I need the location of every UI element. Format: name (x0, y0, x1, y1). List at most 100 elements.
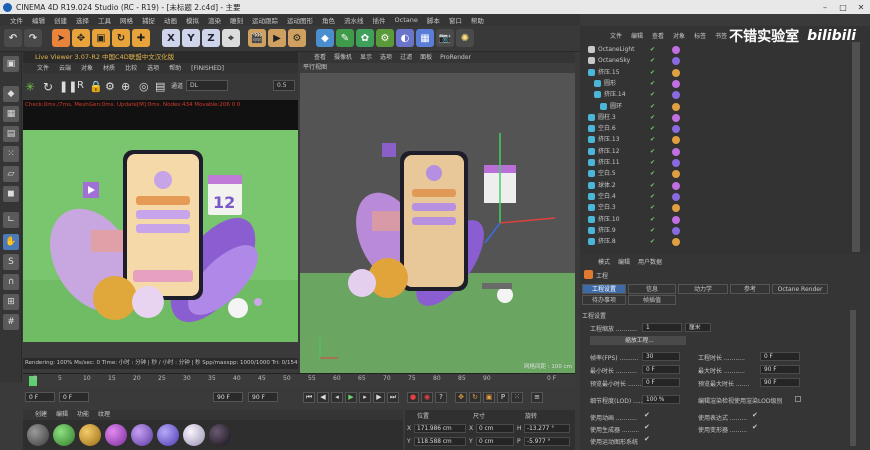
timeline-ruler[interactable]: 0 5 10 15 20 25 30 35 40 45 50 55 60 65 … (23, 373, 575, 388)
material-tag-icon[interactable] (672, 125, 680, 134)
lv-menu-options[interactable]: 选项 (147, 63, 159, 74)
rotation-h-input[interactable]: -13.277 ° (524, 424, 570, 433)
use-mograph-checkbox[interactable]: ✔ (644, 435, 650, 443)
position-y-input[interactable]: 118.588 cm (414, 437, 466, 446)
timeline-options-icon[interactable]: ≡ (531, 392, 543, 403)
mat-menu-texture[interactable]: 纹理 (98, 410, 110, 420)
coordinate-system-icon[interactable]: ⌖ (222, 29, 240, 47)
material-tag-icon[interactable] (672, 159, 680, 167)
use-expression-checkbox[interactable]: ✔ (752, 411, 758, 419)
redo-icon[interactable]: ↷ (24, 29, 42, 47)
menu-simulate[interactable]: 模拟 (186, 15, 199, 25)
menu-octane[interactable]: Octane (395, 16, 418, 24)
attr-menu-mode[interactable]: 模式 (598, 257, 610, 266)
fps-input[interactable]: 30 (642, 352, 680, 361)
prev-frame-icon[interactable]: ◂ (331, 392, 343, 403)
max-time-input[interactable]: 90 F (760, 365, 800, 374)
vp-menu-filter[interactable]: 过滤 (400, 52, 412, 63)
visibility-check-icon[interactable]: ✔ (650, 78, 655, 89)
vp-menu-options[interactable]: 选项 (380, 52, 392, 63)
material-tag-icon[interactable] (672, 79, 680, 88)
obj-menu-bookmarks[interactable]: 书签 (715, 32, 727, 42)
visibility-check-icon[interactable]: ✔ (650, 89, 655, 100)
visibility-check-icon[interactable]: ✔ (650, 101, 655, 112)
menu-tools[interactable]: 工具 (98, 15, 111, 25)
floor-icon[interactable]: ▦ (416, 29, 434, 47)
use-animation-checkbox[interactable]: ✔ (644, 411, 650, 419)
menu-animate[interactable]: 动画 (164, 15, 177, 25)
pick-focus-icon[interactable]: ⊕ (121, 80, 130, 93)
make-editable-icon[interactable]: ▣ (3, 56, 19, 72)
size-y-input[interactable]: 0 cm (476, 437, 514, 446)
render-view-icon[interactable]: 🎬 (248, 29, 266, 47)
key-move-icon[interactable]: ✥ (455, 392, 467, 403)
object-row[interactable]: 挤压.12 ✔ (580, 146, 850, 157)
next-frame-icon[interactable]: ▸ (359, 392, 371, 403)
object-row[interactable]: 挤压.11 ✔ (580, 157, 850, 168)
material-swatch[interactable] (53, 424, 75, 446)
channel-select[interactable]: DL (186, 80, 228, 91)
object-row[interactable]: 圆形 ✔ (580, 78, 850, 89)
save-image-icon[interactable]: ▤ (155, 80, 165, 93)
pen-spline-icon[interactable]: ✎ (336, 29, 354, 47)
cube-icon[interactable]: ◆ (316, 29, 334, 47)
x-axis-button[interactable]: X (162, 29, 180, 47)
menu-character[interactable]: 角色 (322, 15, 335, 25)
minimize-button[interactable]: – (816, 0, 834, 14)
use-generators-checkbox[interactable]: ✔ (644, 423, 650, 431)
visibility-check-icon[interactable]: ✔ (650, 168, 655, 179)
next-key-icon[interactable]: ▶ (373, 392, 385, 403)
z-axis-button[interactable]: Z (202, 29, 220, 47)
project-time-input[interactable]: 0 F (760, 352, 800, 361)
object-row[interactable]: 挤压.14 ✔ (580, 89, 850, 100)
menu-mograph[interactable]: 运动图形 (287, 15, 313, 25)
menu-window[interactable]: 窗口 (449, 15, 462, 25)
visibility-check-icon[interactable]: ✔ (650, 225, 655, 236)
vp-menu-prorender[interactable]: ProRender (440, 52, 471, 63)
viewport-3d[interactable]: 网格间距 : 100 cm (300, 73, 575, 373)
magnet-icon[interactable]: ∩ (3, 274, 19, 290)
settings-gear-icon[interactable]: ⚙ (105, 80, 115, 93)
go-end-icon[interactable]: ⏭ (387, 392, 399, 403)
lock-icon[interactable]: 🔒 (89, 80, 103, 93)
menu-mesh[interactable]: 网格 (120, 15, 133, 25)
object-row[interactable]: 挤压.8 ✔ (580, 236, 850, 247)
vp-menu-camera[interactable]: 摄像机 (334, 52, 352, 63)
material-tag-icon[interactable] (672, 192, 680, 201)
object-row[interactable]: 空白.3 ✔ (580, 202, 850, 213)
visibility-check-icon[interactable]: ✔ (650, 123, 655, 134)
mat-menu-edit[interactable]: 编辑 (56, 410, 68, 420)
material-tag-icon[interactable] (672, 136, 680, 145)
attribute-scrollbar[interactable] (850, 310, 856, 446)
key-pla-icon[interactable]: ⁙ (511, 392, 523, 403)
material-tag-icon[interactable] (672, 215, 680, 224)
material-tag-icon[interactable] (672, 226, 680, 235)
obj-menu-edit[interactable]: 编辑 (631, 32, 643, 42)
tab-project-settings[interactable]: 工程设置 (582, 284, 626, 294)
undo-icon[interactable]: ↶ (4, 29, 22, 47)
material-swatch[interactable] (27, 424, 49, 446)
menu-help[interactable]: 帮助 (471, 15, 484, 25)
current-frame-input[interactable]: 0 F (59, 392, 89, 402)
live-viewer-render[interactable]: 12 (23, 130, 298, 342)
material-swatch[interactable] (79, 424, 101, 446)
points-mode-icon[interactable]: ⁙ (3, 146, 19, 162)
end-frame-input[interactable]: 90 F (213, 392, 243, 402)
lv-menu-compare[interactable]: 比较 (125, 63, 137, 74)
menu-file[interactable]: 文件 (10, 15, 23, 25)
attr-menu-edit[interactable]: 编辑 (618, 257, 630, 266)
material-tag-icon[interactable] (672, 238, 680, 247)
scale-icon[interactable]: ▣ (92, 29, 110, 47)
go-start-icon[interactable]: ⏮ (303, 392, 315, 403)
record-icon[interactable]: ● (407, 392, 419, 403)
vp-menu-view[interactable]: 查看 (314, 52, 326, 63)
lv-menu-cloud[interactable]: 云端 (59, 63, 71, 74)
material-tag-icon[interactable] (672, 68, 680, 77)
exposure-input[interactable]: 0.5 (273, 80, 295, 91)
key-param-icon[interactable]: P (497, 392, 509, 403)
deformer-icon[interactable]: ◐ (396, 29, 414, 47)
tab-octane-render[interactable]: Octane Render (772, 284, 828, 294)
use-deformers-checkbox[interactable]: ✔ (752, 423, 758, 431)
material-tag-icon[interactable] (672, 57, 680, 66)
attr-menu-userdata[interactable]: 用户数据 (638, 257, 662, 266)
